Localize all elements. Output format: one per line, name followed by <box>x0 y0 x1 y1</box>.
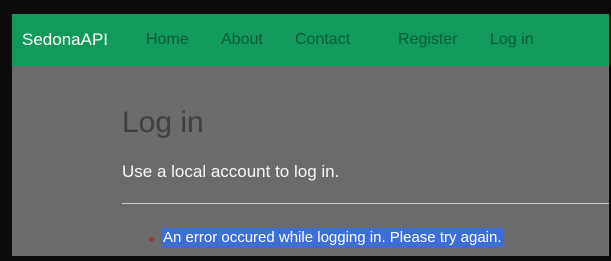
page-subtitle: Use a local account to log in. <box>122 162 340 181</box>
error-bullet-icon <box>149 237 154 242</box>
nav-link-register[interactable]: Register <box>398 31 458 49</box>
brand-link[interactable]: SedonaAPI <box>22 30 108 50</box>
login-content: Log in Use a local account to log in. An… <box>12 66 609 256</box>
nav-link-about[interactable]: About <box>221 31 263 49</box>
navbar: SedonaAPI Home About Contact Register Lo… <box>12 14 609 66</box>
nav-link-contact[interactable]: Contact <box>295 31 350 49</box>
nav-link-home[interactable]: Home <box>146 31 189 49</box>
page-title: Log in <box>122 106 204 139</box>
validation-error-message: An error occured while logging in. Pleas… <box>161 228 504 247</box>
browser-viewport: SedonaAPI Home About Contact Register Lo… <box>12 14 609 256</box>
nav-link-login[interactable]: Log in <box>490 31 534 49</box>
screen-frame: SedonaAPI Home About Contact Register Lo… <box>0 0 611 261</box>
divider <box>122 203 609 204</box>
